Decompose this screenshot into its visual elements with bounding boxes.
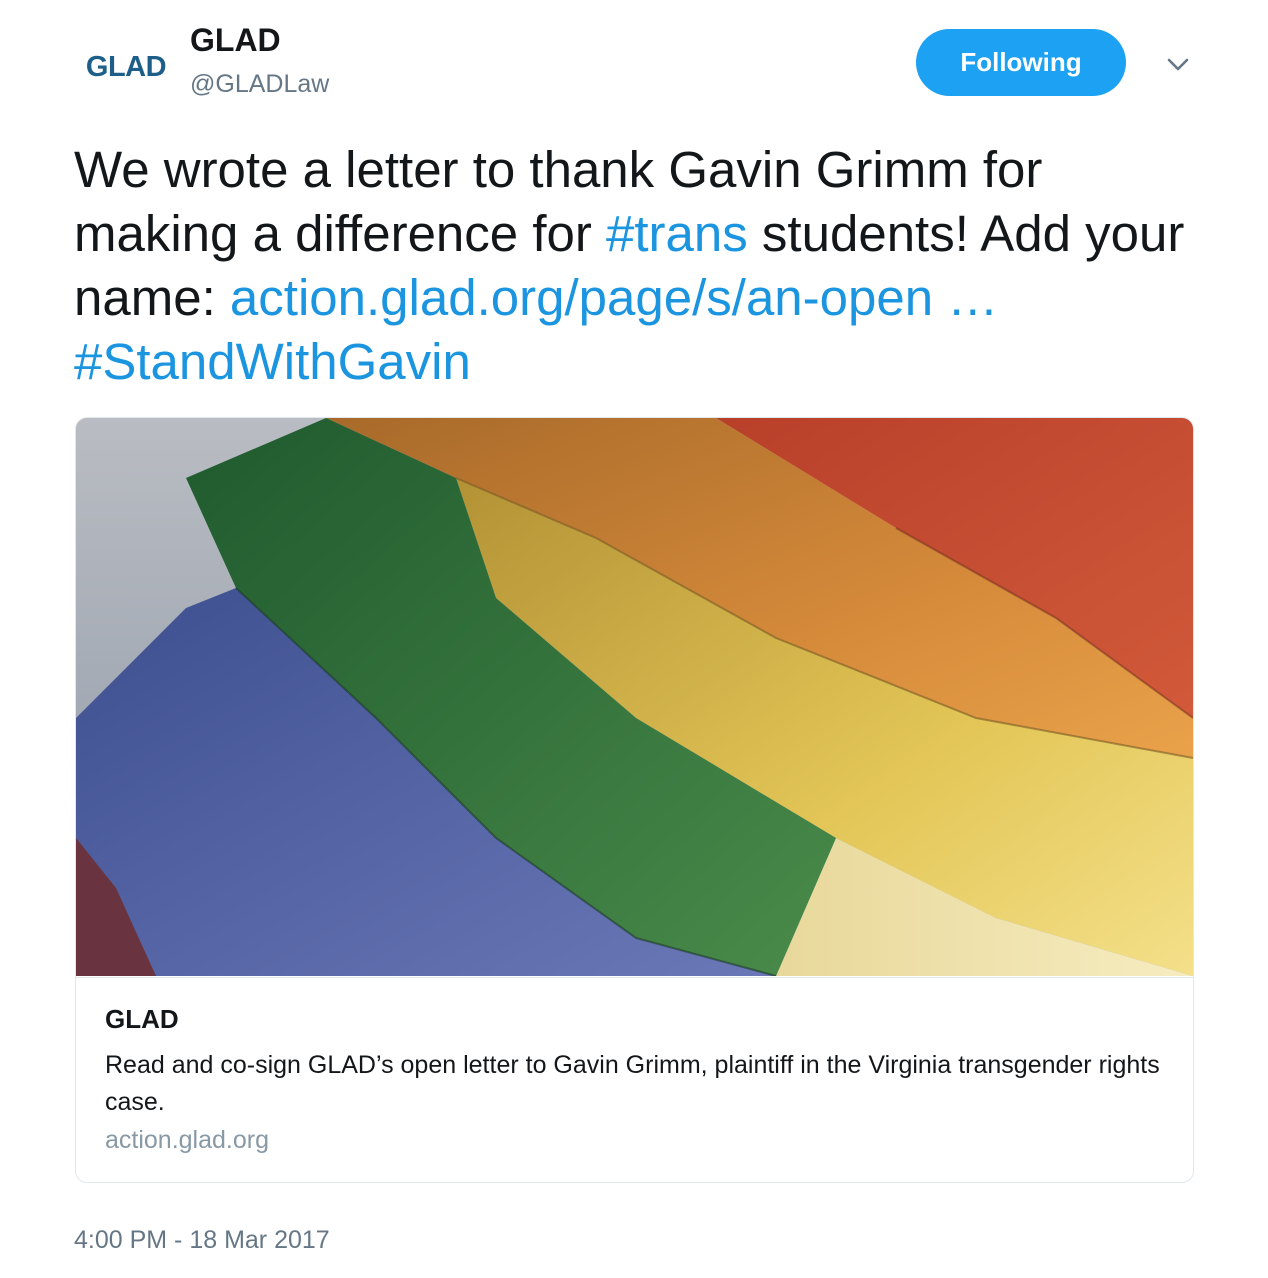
glad-logo: GLAD bbox=[85, 50, 167, 83]
card-image[interactable] bbox=[76, 418, 1193, 976]
card-title: GLAD bbox=[105, 1004, 179, 1034]
card-domain: action.glad.org bbox=[105, 1126, 270, 1154]
avatar[interactable]: GLAD bbox=[76, 28, 176, 106]
hashtag-standwithgavin[interactable]: #StandWithGavin bbox=[74, 333, 471, 390]
hashtag-trans[interactable]: #trans bbox=[606, 205, 748, 262]
author-display-name[interactable]: GLAD bbox=[190, 20, 329, 60]
card-body[interactable]: GLAD Read and co-sign GLAD’s open letter… bbox=[76, 977, 1193, 1182]
tweet-text: We wrote a letter to thank Gavin Grimm f… bbox=[74, 138, 1204, 394]
rainbow-flag-image bbox=[76, 418, 1193, 976]
tweet-link[interactable]: action.glad.org/page/s/an-open … bbox=[230, 269, 998, 326]
author-block[interactable]: GLAD @GLADLaw bbox=[190, 20, 329, 102]
tweet-timestamp[interactable]: 4:00 PM - 18 Mar 2017 bbox=[74, 1226, 330, 1255]
link-card[interactable]: GLAD Read and co-sign GLAD’s open letter… bbox=[75, 417, 1194, 1183]
chevron-down-icon[interactable] bbox=[1164, 50, 1192, 78]
card-description: Read and co-sign GLAD’s open letter to G… bbox=[105, 1051, 1160, 1116]
following-button[interactable]: Following bbox=[916, 29, 1126, 96]
author-handle[interactable]: @GLADLaw bbox=[190, 66, 329, 102]
